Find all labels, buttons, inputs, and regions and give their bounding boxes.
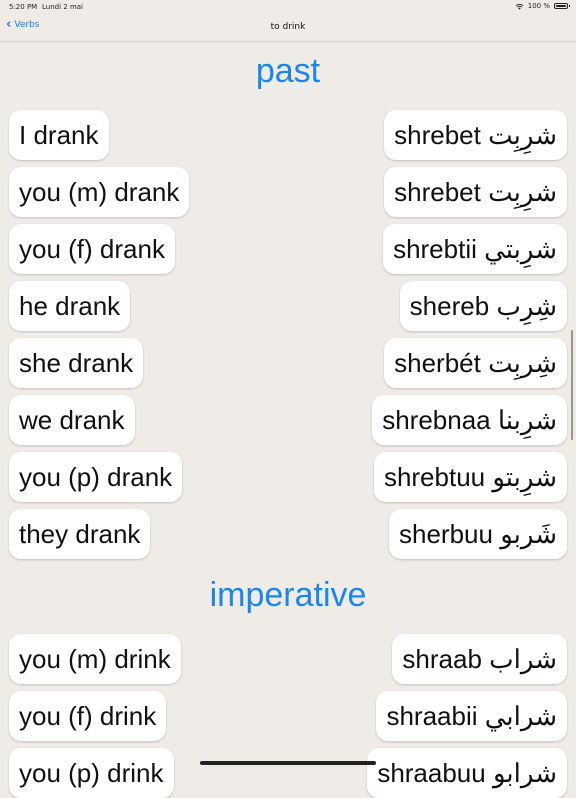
arabic-past-7[interactable]: shrebtuu شرِبتو <box>373 452 567 502</box>
arabic-imperative-3[interactable]: shraabuu شرابو <box>367 748 567 798</box>
section-title-imperative: imperative <box>209 576 367 614</box>
scroll-indicator[interactable] <box>571 330 573 440</box>
english-imperative-3[interactable]: you (p) drink <box>9 748 174 798</box>
english-past-6[interactable]: we drank <box>9 395 135 445</box>
english-imperative-2[interactable]: you (f) drink <box>9 691 167 741</box>
english-past-8[interactable]: they drank <box>9 509 151 559</box>
arabic-past-8[interactable]: sherbuu شَربو <box>389 509 567 559</box>
section-title-past: past <box>255 52 321 90</box>
status-right: 100 % <box>515 2 570 10</box>
status-bar: 5:20 PM Lundi 2 mai 100 % <box>0 0 576 14</box>
arabic-imperative-1[interactable]: shraab شراب <box>392 634 567 684</box>
home-indicator[interactable] <box>200 761 376 765</box>
english-past-4[interactable]: he drank <box>9 281 131 331</box>
english-past-5[interactable]: she drank <box>9 338 144 388</box>
battery-percent: 100 % <box>527 2 550 10</box>
english-imperative-1[interactable]: you (m) drink <box>9 634 181 684</box>
page-title: to drink <box>270 22 306 32</box>
status-time: 5:20 PM <box>9 3 38 11</box>
arabic-past-3[interactable]: shrebtii شرِبتي <box>383 224 567 274</box>
battery-icon <box>554 3 570 9</box>
english-past-1[interactable]: I drank <box>9 110 109 160</box>
arabic-imperative-2[interactable]: shraabii شرابي <box>376 691 567 741</box>
arabic-past-4[interactable]: shereb شِرِب <box>399 281 567 331</box>
arabic-past-2[interactable]: shrebet شرِبِت <box>384 167 567 217</box>
arabic-past-5[interactable]: sherbét شِربِت <box>384 338 567 388</box>
wifi-icon <box>515 3 524 10</box>
english-past-3[interactable]: you (f) drank <box>9 224 175 274</box>
english-past-2[interactable]: you (m) drank <box>9 167 190 217</box>
arabic-past-6[interactable]: shrebnaa شرِبنا <box>372 395 567 445</box>
status-date: Lundi 2 mai <box>42 3 83 11</box>
arabic-past-1[interactable]: shrebet شرِبِت <box>384 110 567 160</box>
english-past-7[interactable]: you (p) drank <box>9 452 183 502</box>
navigation-bar: ‹ Verbs to drink <box>0 14 576 42</box>
